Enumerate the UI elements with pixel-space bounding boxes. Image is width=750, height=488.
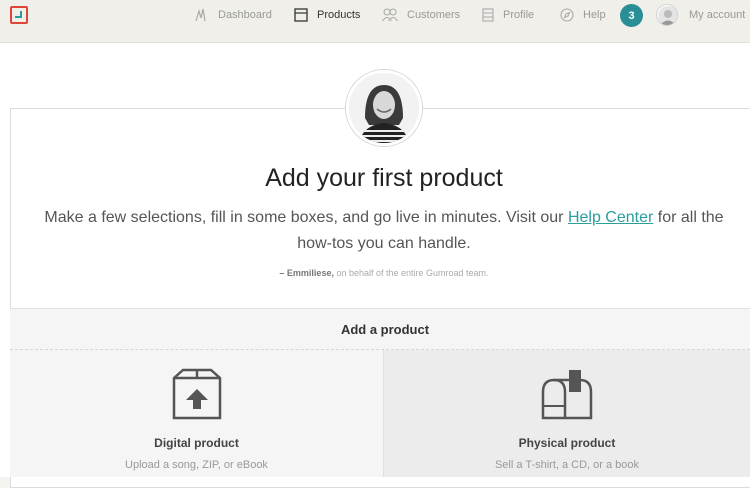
physical-product-option[interactable]: Physical product Sell a T-shirt, a CD, o… xyxy=(384,350,750,477)
physical-product-description: Sell a T-shirt, a CD, or a book xyxy=(494,459,640,471)
page-subtitle: Make a few selections, fill in some boxe… xyxy=(40,205,728,257)
nav-customers[interactable]: Customers xyxy=(382,0,460,30)
digital-product-option[interactable]: Digital product Upload a song, ZIP, or e… xyxy=(10,350,384,477)
nav-help-label: Help xyxy=(583,9,606,21)
box-icon xyxy=(294,8,308,22)
compass-icon xyxy=(560,8,574,22)
team-member-photo xyxy=(345,69,423,147)
physical-product-title: Physical product xyxy=(518,436,616,450)
nav-my-account-label: My account xyxy=(689,9,746,21)
chart-icon xyxy=(195,8,206,22)
nav-dashboard[interactable]: Dashboard xyxy=(195,0,272,30)
signature-line: – Emmiliese, on behalf of the entire Gum… xyxy=(0,268,750,278)
nav-customers-label: Customers xyxy=(407,9,461,21)
page-title: Add your first product xyxy=(265,164,503,192)
help-center-link[interactable]: Help Center xyxy=(568,209,653,226)
add-product-header: Add a product xyxy=(10,308,750,350)
signature-text: on behalf of the entire Gumroad team. xyxy=(333,268,489,278)
nav-dashboard-label: Dashboard xyxy=(218,9,272,21)
nav-my-account[interactable]: My account xyxy=(689,0,745,30)
account-avatar[interactable] xyxy=(656,4,678,26)
mailbox-icon xyxy=(541,370,593,420)
portrait-image xyxy=(349,73,419,143)
profile-icon xyxy=(482,8,494,22)
nav-profile-label: Profile xyxy=(503,9,535,21)
upload-box-icon xyxy=(172,368,221,420)
top-nav-bar: Dashboard Products Customers Profile Hel… xyxy=(0,0,750,43)
subtitle-text-start: Make a few selections, fill in some boxe… xyxy=(44,209,568,226)
people-icon xyxy=(382,8,398,22)
nav-products-label: Products xyxy=(317,9,361,21)
digital-product-description: Upload a song, ZIP, or eBook xyxy=(125,459,268,471)
avatar-image xyxy=(658,6,677,25)
nav-products[interactable]: Products xyxy=(294,0,360,30)
notification-badge[interactable]: 3 xyxy=(620,4,643,27)
signature-name: – Emmiliese, xyxy=(279,268,334,278)
digital-product-title: Digital product xyxy=(154,436,239,450)
nav-help[interactable]: Help xyxy=(560,0,606,30)
nav-profile[interactable]: Profile xyxy=(482,0,534,30)
gumroad-logo[interactable] xyxy=(10,6,28,24)
